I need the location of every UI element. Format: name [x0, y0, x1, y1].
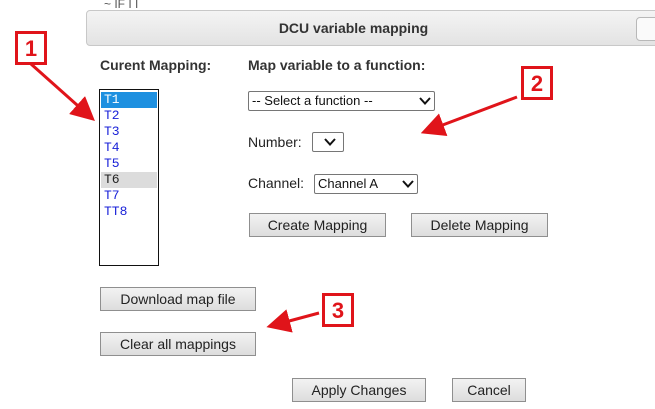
function-select[interactable]: -- Select a function -- [248, 91, 435, 111]
close-button[interactable] [636, 17, 655, 41]
chevron-down-icon [324, 138, 336, 146]
list-item[interactable]: T3 [101, 124, 157, 140]
current-mapping-label: Curent Mapping: [100, 57, 212, 73]
annotation-badge-2: 2 [521, 66, 553, 100]
chevron-down-icon [402, 180, 414, 188]
function-select-value: -- Select a function -- [252, 93, 373, 108]
chevron-down-icon [419, 97, 431, 105]
download-map-file-button[interactable]: Download map file [100, 287, 256, 311]
list-item[interactable]: T2 [101, 108, 157, 124]
annotation-badge-3: 3 [322, 293, 354, 327]
list-item[interactable]: T6 [101, 172, 157, 188]
create-mapping-button[interactable]: Create Mapping [249, 213, 386, 237]
channel-label: Channel: [248, 175, 305, 191]
list-item[interactable]: T7 [101, 188, 157, 204]
map-variable-label: Map variable to a function: [248, 57, 426, 73]
variable-listbox[interactable]: T1 T2 T3 T4 T5 T6 T7 TT8 [99, 89, 159, 266]
number-label: Number: [248, 134, 302, 150]
apply-changes-button[interactable]: Apply Changes [292, 378, 426, 402]
dialog-titlebar: DCU variable mapping [86, 10, 655, 46]
delete-mapping-button[interactable]: Delete Mapping [411, 213, 548, 237]
clipped-header-text: ~ IF I I [104, 0, 139, 8]
arrow-1 [30, 62, 95, 121]
dialog-title: DCU variable mapping [278, 20, 429, 36]
list-item[interactable]: T4 [101, 140, 157, 156]
cancel-button[interactable]: Cancel [452, 378, 526, 402]
clear-all-mappings-button[interactable]: Clear all mappings [100, 332, 256, 356]
list-item[interactable]: T5 [101, 156, 157, 172]
list-item[interactable]: TT8 [101, 204, 157, 220]
annotation-badge-1: 1 [15, 31, 47, 65]
arrow-3 [266, 309, 320, 333]
list-item[interactable]: T1 [101, 92, 157, 108]
arrow-2 [420, 95, 518, 137]
number-select[interactable] [312, 132, 344, 152]
channel-select[interactable]: Channel A [314, 174, 418, 194]
channel-select-value: Channel A [318, 176, 378, 191]
